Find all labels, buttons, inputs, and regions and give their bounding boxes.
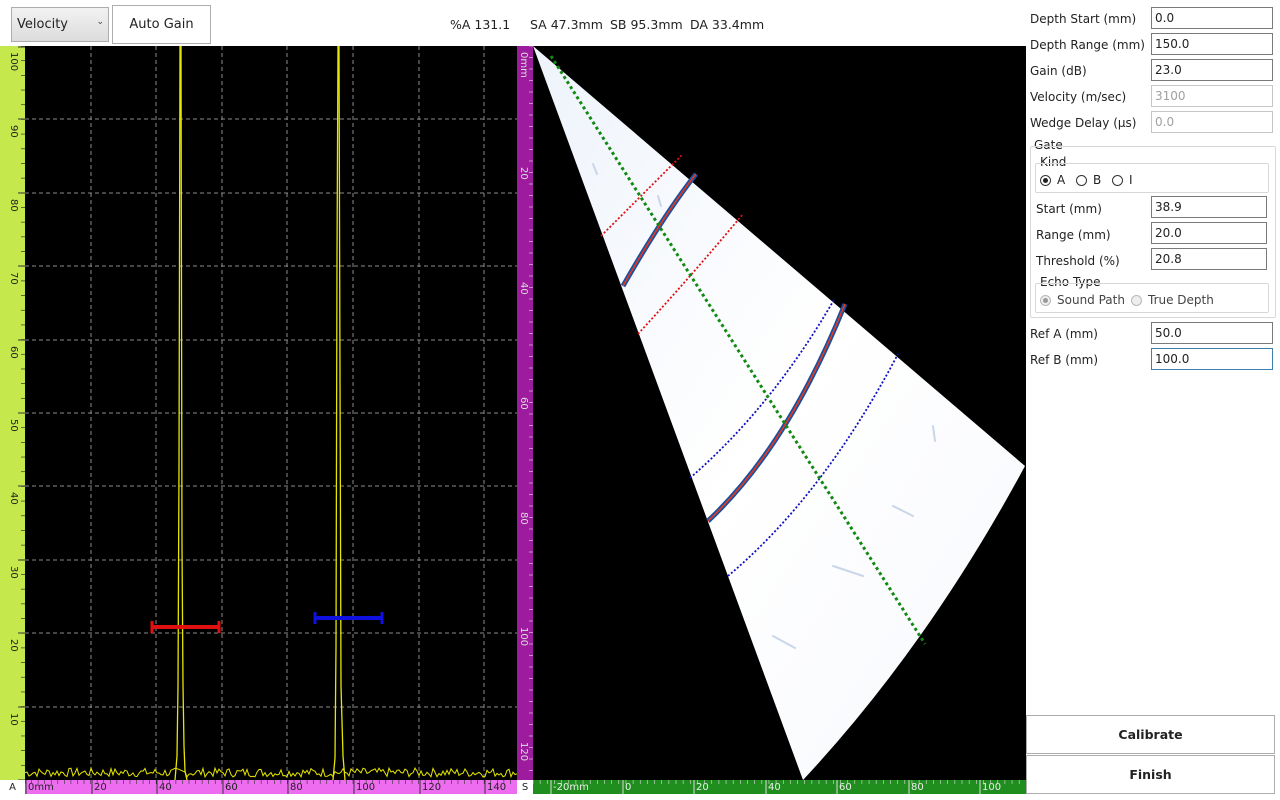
ascan-ytick-label: 10 [8, 713, 19, 726]
sscan-ytick-label: 80 [518, 512, 529, 525]
sscan-xtick-label: 60 [839, 782, 852, 793]
ascan-noise-trace [24, 766, 518, 779]
ref-a-field[interactable]: 50.0 [1151, 322, 1273, 344]
radio-selected-icon [1040, 174, 1051, 186]
kind-a-radio[interactable]: A [1040, 173, 1065, 187]
radio-icon [1131, 294, 1142, 306]
ascan-ytick-label: 90 [8, 125, 19, 138]
ascan-ytick-label: 60 [8, 346, 19, 359]
sscan-ytick-label: 0mm [518, 52, 529, 78]
ascan-xtick-label: 60 [225, 782, 238, 793]
mode-select[interactable]: Velocity ⌄ [11, 7, 109, 42]
depth-start-label: Depth Start (mm) [1030, 12, 1137, 26]
readout-sa: SA 47.3mm [530, 17, 603, 32]
readout-sb: SB 95.3mm [610, 17, 683, 32]
chevron-down-icon: ⌄ [96, 17, 104, 27]
sscan-ytick-label: 120 [518, 742, 529, 761]
ascan-ytick-label: 40 [8, 492, 19, 505]
finish-button[interactable]: Finish [1026, 755, 1275, 794]
sscan-corner-label: S [517, 780, 533, 794]
sscan-ytick-label: 40 [518, 282, 529, 295]
ascan-xtick-label: 140 [487, 782, 506, 793]
gate-a-bar[interactable] [150, 621, 221, 633]
wedge-delay-field: 0.0 [1151, 111, 1273, 133]
sscan-xtick-label: 20 [696, 782, 709, 793]
ascan-xtick-label: 40 [159, 782, 172, 793]
gate-start-label: Start (mm) [1036, 202, 1102, 216]
sscan-xtick-label: 40 [768, 782, 781, 793]
sscan-xtick-label: -20mm [553, 782, 589, 793]
depth-range-field[interactable]: 150.0 [1151, 33, 1273, 55]
radio-icon [1076, 174, 1087, 186]
auto-gain-button[interactable]: Auto Gain [112, 5, 211, 44]
ref-b-label: Ref B (mm) [1030, 353, 1099, 367]
echo-sound-path-radio[interactable]: Sound Path [1040, 293, 1125, 307]
ascan-corner-label: A [0, 780, 25, 794]
ascan-xtick-label: 20 [94, 782, 107, 793]
ascan-xtick-label: 0mm [28, 782, 54, 793]
sscan-xtick-label: 80 [911, 782, 924, 793]
gain-label: Gain (dB) [1030, 64, 1087, 78]
kind-group [1035, 163, 1269, 193]
echo-true-depth-radio[interactable]: True Depth [1131, 293, 1214, 307]
kind-b-radio[interactable]: B [1076, 173, 1101, 187]
ascan-ytick-label: 30 [8, 566, 19, 579]
readout-da: DA 33.4mm [690, 17, 765, 32]
sscan-depth-axis: 0mm 20 40 60 80 100 120 [517, 45, 533, 780]
ascan-xtick-label: 80 [290, 782, 303, 793]
ref-b-field[interactable]: 100.0 [1151, 348, 1273, 370]
ref-a-label: Ref A (mm) [1030, 327, 1098, 341]
sscan-ytick-label: 60 [518, 397, 529, 410]
gate-threshold-field[interactable]: 20.8 [1151, 248, 1267, 270]
sscan-ytick-label: 100 [518, 627, 529, 646]
sscan-plot[interactable] [533, 46, 1026, 780]
sscan-fan [533, 46, 1025, 780]
radio-icon [1112, 174, 1123, 186]
ascan-amplitude-axis: 1009080706050403020100% [0, 45, 25, 800]
readout-pct-a: %A 131.1 [450, 17, 511, 32]
velocity-label: Velocity (m/sec) [1030, 90, 1127, 104]
ascan-depth-axis: 0mm 20 40 60 80 100 120 140 [24, 780, 517, 794]
ascan-ytick-label: 80 [8, 199, 19, 212]
calibrate-button[interactable]: Calibrate [1026, 715, 1275, 754]
radio-selected-icon [1040, 294, 1051, 306]
gate-range-label: Range (mm) [1036, 228, 1111, 242]
sscan-xtick-label: 100 [982, 782, 1001, 793]
ascan-ytick-label: 100 [8, 52, 19, 71]
ascan-ytick-label: 70 [8, 272, 19, 285]
ascan-plot[interactable] [24, 45, 518, 781]
kind-i-radio[interactable]: I [1112, 173, 1133, 187]
velocity-field: 3100 [1151, 85, 1273, 107]
sscan-ytick-label: 20 [518, 167, 529, 180]
gain-field[interactable]: 23.0 [1151, 59, 1273, 81]
gate-b-bar[interactable] [313, 612, 384, 624]
gate-threshold-label: Threshold (%) [1036, 254, 1120, 268]
ascan-ytick-label: 20 [8, 639, 19, 652]
settings-panel: Depth Start (mm) 0.0 Depth Range (mm) 15… [1026, 0, 1280, 800]
ascan-xtick-label: 100 [356, 782, 375, 793]
gate-start-field[interactable]: 38.9 [1151, 196, 1267, 218]
depth-start-field[interactable]: 0.0 [1151, 7, 1273, 29]
wedge-delay-label: Wedge Delay (µs) [1030, 116, 1137, 130]
depth-range-label: Depth Range (mm) [1030, 38, 1145, 52]
ascan-ytick-label: 50 [8, 419, 19, 432]
gate-range-field[interactable]: 20.0 [1151, 222, 1267, 244]
mode-select-value: Velocity [17, 17, 68, 32]
sscan-index-axis: -20mm 0 20 40 60 80 100 [532, 780, 1026, 794]
